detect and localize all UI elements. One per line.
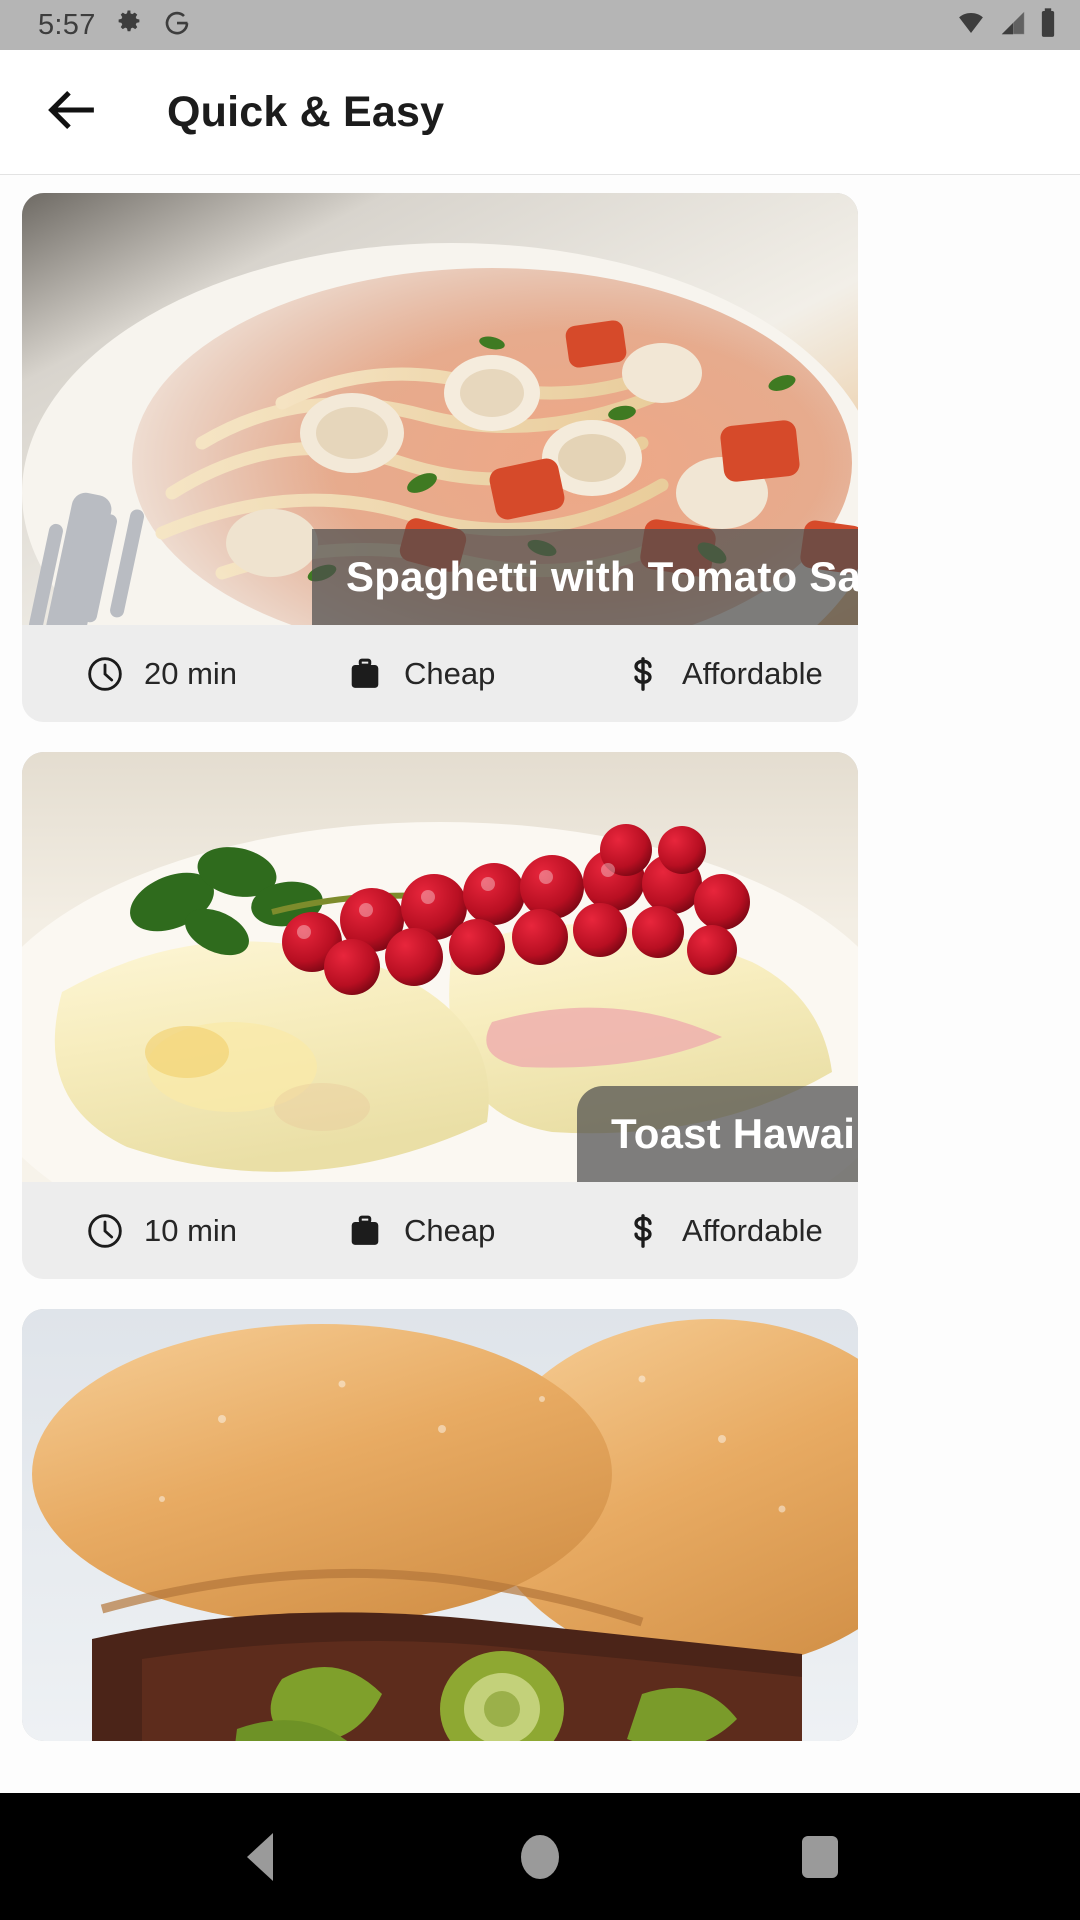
app-bar: Quick & Easy xyxy=(0,50,1080,175)
recipe-time: 10 min xyxy=(22,1210,320,1252)
recipe-cost-label: Affordable xyxy=(682,655,823,691)
back-arrow-icon xyxy=(43,81,101,144)
briefcase-icon xyxy=(344,653,386,695)
recipe-effort: Cheap xyxy=(320,1210,580,1252)
recipe-title: Spaghetti with Tomato Sauce xyxy=(346,553,858,600)
burger-photo xyxy=(22,1309,858,1741)
clock-icon xyxy=(84,1210,126,1252)
gear-icon xyxy=(114,8,144,43)
recipe-meta-row: 20 min Cheap Affordable xyxy=(22,625,858,722)
recipe-title-overlay: Spaghetti with Tomato Sauce xyxy=(312,529,858,625)
status-bar: 5:57 xyxy=(0,0,1080,50)
recipe-title: Toast Hawaii xyxy=(611,1110,858,1157)
recipe-card[interactable]: Spaghetti with Tomato Sauce 20 min xyxy=(22,193,858,722)
status-bar-right xyxy=(954,7,1058,44)
briefcase-icon xyxy=(344,1210,386,1252)
recipe-cost: Affordable xyxy=(580,653,858,695)
recipe-effort: Cheap xyxy=(320,653,580,695)
recipe-time-label: 10 min xyxy=(144,1212,238,1248)
status-bar-clock: 5:57 xyxy=(38,8,96,41)
recipe-cost-label: Affordable xyxy=(682,1212,823,1248)
clock-icon xyxy=(84,653,126,695)
back-triangle-icon xyxy=(247,1832,273,1881)
recipe-card[interactable] xyxy=(22,1309,858,1741)
nav-home-button[interactable] xyxy=(485,1817,595,1897)
recipe-effort-label: Cheap xyxy=(404,1212,496,1248)
android-navigation-bar xyxy=(0,1793,1080,1920)
home-circle-icon xyxy=(521,1834,559,1879)
dollar-icon xyxy=(622,1210,664,1252)
recipe-cost: Affordable xyxy=(580,1210,858,1252)
recipe-time-label: 20 min xyxy=(144,655,238,691)
back-button[interactable] xyxy=(36,76,108,148)
recents-square-icon xyxy=(802,1835,838,1878)
recipe-image: Spaghetti with Tomato Sauce xyxy=(22,193,858,625)
cellular-signal-icon xyxy=(997,8,1029,43)
nav-recents-button[interactable] xyxy=(765,1817,875,1897)
recipe-image: Toast Hawaii xyxy=(22,752,858,1182)
recipe-meta-row: 10 min Cheap Affordable xyxy=(22,1182,858,1279)
recipe-image xyxy=(22,1309,858,1741)
nav-back-button[interactable] xyxy=(205,1817,315,1897)
recipe-effort-label: Cheap xyxy=(404,655,496,691)
recipe-time: 20 min xyxy=(22,653,320,695)
recipe-list[interactable]: Spaghetti with Tomato Sauce 20 min xyxy=(0,175,1080,1793)
google-g-icon xyxy=(162,8,192,43)
dollar-icon xyxy=(622,653,664,695)
phone-screen: 5:57 Quick & Easy Spaghetti with Tomato … xyxy=(0,0,1080,1920)
battery-icon xyxy=(1038,7,1058,44)
page-title: Quick & Easy xyxy=(167,87,445,136)
wifi-icon xyxy=(954,8,988,43)
recipe-title-overlay: Toast Hawaii xyxy=(577,1086,858,1182)
recipe-card[interactable]: Toast Hawaii 10 min Cheap Affordable xyxy=(22,752,858,1279)
status-bar-left: 5:57 xyxy=(38,8,192,43)
